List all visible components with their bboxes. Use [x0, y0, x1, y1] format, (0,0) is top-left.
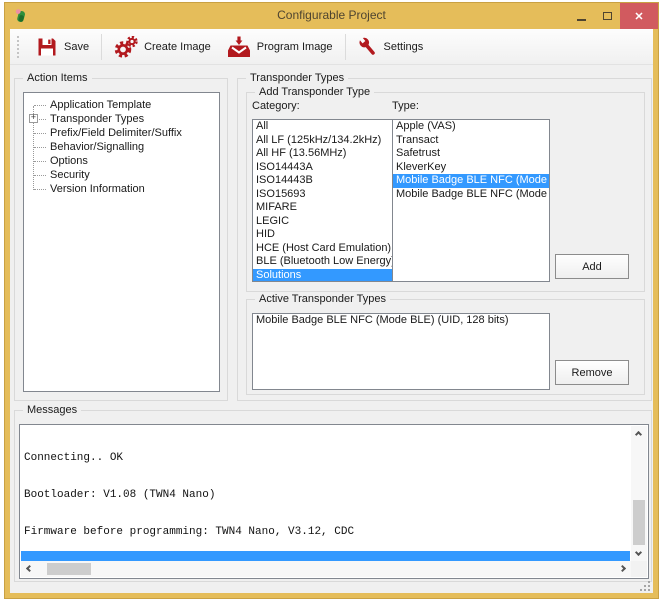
tree-item-prefix-field-delimiter-suffix[interactable]: Prefix/Field Delimiter/Suffix [24, 126, 219, 140]
message-line: Connecting.. OK [24, 452, 628, 464]
program-image-label: Program Image [257, 41, 333, 53]
message-line: Bootloader: V1.08 (TWN4 Nano) [24, 489, 628, 501]
minimize-button[interactable] [568, 3, 594, 29]
action-items-groupbox: Action Items Application Template + Tran… [14, 78, 228, 401]
titlebar[interactable]: Configurable Project ✕ [5, 3, 658, 29]
messages-log[interactable]: Connecting.. OK Bootloader: V1.08 (TWN4 … [19, 424, 649, 579]
toolbar: Save Create Image [10, 29, 653, 65]
type-item[interactable]: Apple (VAS) [393, 120, 549, 134]
close-icon: ✕ [634, 10, 643, 23]
minimize-icon [577, 19, 586, 21]
tree-item-label: Behavior/Signalling [50, 141, 144, 153]
tree-item-label: Version Information [50, 183, 145, 195]
program-image-box-icon [227, 36, 251, 58]
active-transponder-types-groupbox: Active Transponder Types Mobile Badge BL… [246, 299, 645, 395]
type-listbox[interactable]: Apple (VAS) Transact Safetrust KleverKey… [392, 119, 550, 282]
tree-item-behavior-signalling[interactable]: Behavior/Signalling [24, 140, 219, 154]
window-title: Configurable Project [5, 8, 658, 22]
action-items-label: Action Items [23, 71, 92, 86]
app-window: Configurable Project ✕ Save [4, 2, 659, 599]
window-controls: ✕ [568, 3, 658, 29]
transponder-types-label: Transponder Types [246, 71, 348, 86]
type-label: Type: [392, 100, 419, 112]
action-items-tree[interactable]: Application Template + Transponder Types… [23, 92, 220, 392]
remove-button[interactable]: Remove [555, 360, 629, 385]
type-item[interactable]: Transact [393, 134, 549, 148]
message-line: Firmware before programming: TWN4 Nano, … [24, 526, 628, 538]
vertical-scrollbar[interactable] [631, 426, 647, 561]
type-item[interactable]: Mobile Badge BLE NFC (Mode NFC) [393, 188, 549, 202]
transponder-types-groupbox: Transponder Types Add Transponder Type C… [237, 78, 652, 401]
horizontal-scrollbar[interactable] [21, 561, 631, 577]
scroll-left-icon[interactable] [26, 565, 33, 572]
tree-item-label: Security [50, 169, 90, 181]
active-transponder-types-label: Active Transponder Types [255, 292, 390, 307]
scroll-down-icon[interactable] [635, 549, 642, 556]
category-label: Category: [252, 100, 300, 112]
vertical-scrollbar-thumb[interactable] [633, 500, 645, 545]
program-image-button[interactable]: Program Image [219, 33, 341, 61]
tree-item-label: Options [50, 155, 88, 167]
tree-item-label: Transponder Types [50, 113, 144, 125]
window-body: Save Create Image [10, 29, 653, 593]
settings-label: Settings [384, 41, 424, 53]
toolbar-separator [101, 34, 102, 60]
close-button[interactable]: ✕ [620, 3, 658, 29]
type-item[interactable]: KleverKey [393, 161, 549, 175]
floppy-disk-icon [36, 36, 58, 58]
create-image-button[interactable]: Create Image [106, 33, 219, 61]
save-button[interactable]: Save [28, 33, 97, 61]
active-transponder-item[interactable]: Mobile Badge BLE NFC (Mode BLE) (UID, 12… [253, 314, 549, 328]
add-transponder-type-label: Add Transponder Type [255, 85, 374, 100]
add-button[interactable]: Add [555, 254, 629, 279]
maximize-icon [603, 12, 612, 20]
maximize-button[interactable] [594, 3, 620, 29]
save-label: Save [64, 41, 89, 53]
type-item-selected[interactable]: Mobile Badge BLE NFC (Mode BLE) [393, 174, 549, 188]
tree-item-label: Application Template [50, 99, 151, 111]
toolbar-separator [345, 34, 346, 60]
tree-root: Application Template + Transponder Types… [24, 98, 219, 196]
resize-grip[interactable] [640, 581, 650, 591]
scrollbar-corner [631, 561, 647, 577]
tree-item-options[interactable]: Options [24, 154, 219, 168]
scroll-right-icon[interactable] [619, 565, 626, 572]
tree-item-transponder-types[interactable]: + Transponder Types [24, 112, 219, 126]
add-transponder-type-groupbox: Add Transponder Type Category: All All L… [246, 92, 645, 292]
settings-button[interactable]: Settings [350, 33, 432, 61]
tree-item-version-information[interactable]: Version Information [24, 182, 219, 196]
type-item[interactable]: Safetrust [393, 147, 549, 161]
tree-item-security[interactable]: Security [24, 168, 219, 182]
horizontal-scrollbar-thumb[interactable] [47, 563, 91, 575]
toolbar-drag-handle[interactable] [17, 36, 19, 58]
create-image-label: Create Image [144, 41, 211, 53]
messages-groupbox: Messages Connecting.. OK Bootloader: V1.… [14, 410, 652, 582]
tree-item-label: Prefix/Field Delimiter/Suffix [50, 127, 182, 139]
scroll-up-icon[interactable] [635, 431, 642, 438]
active-transponder-listbox[interactable]: Mobile Badge BLE NFC (Mode BLE) (UID, 12… [252, 313, 550, 390]
messages-label: Messages [23, 403, 81, 418]
expand-plus-icon[interactable]: + [29, 114, 38, 123]
gears-icon [114, 36, 138, 58]
tree-item-application-template[interactable]: Application Template [24, 98, 219, 112]
wrench-icon [358, 36, 378, 58]
